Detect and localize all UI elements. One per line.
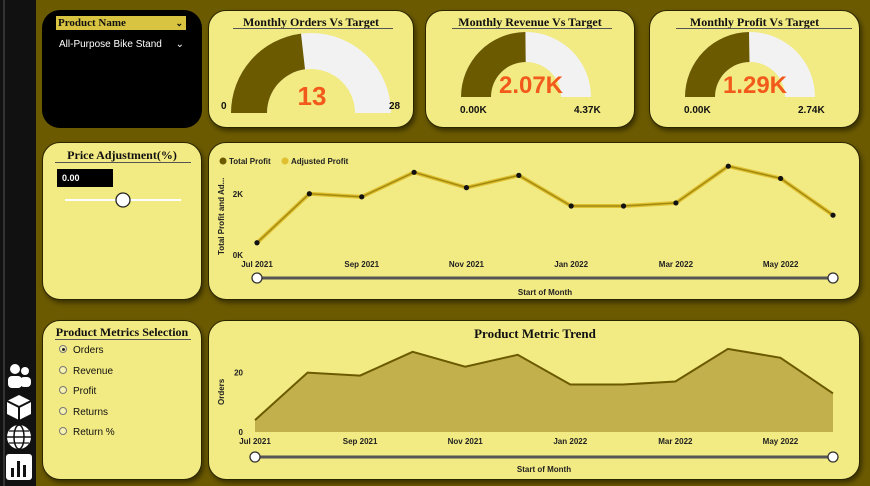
metrics-selection-card: Product Metrics Selection Orders Revenue P…	[42, 320, 202, 480]
metric-trend-chart: Product Metric Trend Orders 0 20 Jul 2021 Sep…	[217, 326, 839, 474]
x-tick-label: Nov 2021	[448, 437, 484, 446]
price-adjustment-card: Price Adjustment(%) 0.00	[42, 142, 202, 300]
profit-gauge	[685, 32, 815, 97]
metric-option-label: Profit	[73, 386, 97, 397]
x-axis-title: Start of Month	[518, 288, 572, 297]
series-line-total-profit	[256, 165, 834, 244]
x-tick-label: Sep 2021	[343, 437, 378, 446]
data-point[interactable]	[673, 200, 679, 206]
gauge-value: 13	[297, 81, 327, 111]
y-tick-label: 2K	[233, 190, 243, 199]
data-point[interactable]	[463, 185, 470, 191]
revenue-gauge-card: Monthly Revenue Vs Target 2.07K 0.00K 4.…	[425, 10, 635, 128]
radio-button[interactable]	[59, 386, 67, 395]
x-tick-label: Mar 2022	[659, 260, 694, 269]
range-slider-end-handle[interactable]	[827, 451, 839, 463]
data-point[interactable]	[306, 191, 312, 197]
chart-title: Product Metric Trend	[474, 326, 597, 341]
users-icon[interactable]	[4, 362, 34, 392]
gauge-max: 28	[389, 101, 401, 112]
title-rule	[55, 162, 191, 163]
gauge-min: 0	[221, 101, 227, 112]
metric-option-label: Revenue	[73, 365, 114, 377]
metric-option-return[interactable]: Return %	[59, 426, 115, 440]
gauge-min: 0.00K	[460, 105, 487, 116]
x-axis-title: Start of Month	[517, 465, 571, 474]
metric-option-orders[interactable]: Orders	[59, 344, 104, 358]
range-slider-start-handle[interactable]	[249, 451, 261, 463]
x-tick-label: May 2022	[763, 437, 799, 446]
gauge-max: 2.74K	[798, 105, 825, 116]
range-slider-start-handle[interactable]	[251, 272, 263, 284]
data-point[interactable]	[620, 203, 627, 209]
legend-label: Total Profit	[229, 157, 271, 166]
price-slider[interactable]	[63, 191, 183, 209]
metric-option-label: Return %	[73, 427, 115, 438]
data-point[interactable]	[516, 172, 522, 178]
gauge-value: 1.29K	[722, 72, 788, 99]
y-tick-label: 0	[239, 428, 244, 437]
data-point[interactable]	[830, 212, 836, 218]
metric-option-label: Orders	[73, 345, 104, 356]
legend-marker-total-profit	[219, 157, 227, 165]
profit-gauge-card: Monthly Profit Vs Target 1.29K 0.00K 2.7…	[649, 10, 860, 128]
globe-icon[interactable]	[4, 422, 34, 452]
chevron-down-icon[interactable]: ⌄	[176, 37, 184, 53]
radio-button[interactable]	[59, 365, 67, 374]
radio-button[interactable]	[59, 345, 67, 354]
x-tick-label: Jul 2021	[241, 260, 273, 269]
gauge-max: 4.37K	[574, 105, 601, 116]
bar-chart-icon[interactable]	[4, 452, 34, 482]
radio-button[interactable]	[59, 427, 67, 436]
y-axis-title: Orders	[217, 378, 226, 405]
data-point[interactable]	[254, 240, 260, 246]
product-dropdown[interactable]: All-Purpose Bike Stand ⌄	[56, 37, 188, 53]
x-tick-label: Jan 2022	[554, 260, 588, 269]
metrics-selection-title: Product Metrics Selection	[55, 325, 189, 339]
legend-marker-adjusted-profit	[281, 157, 289, 165]
data-point[interactable]	[725, 163, 731, 169]
x-tick-label: Jan 2022	[553, 437, 587, 446]
data-point[interactable]	[411, 169, 417, 175]
profit-line-chart: Total Profit Adjusted Profit Total Profit …	[217, 157, 839, 297]
gauge-min: 0.00K	[684, 105, 711, 116]
metric-option-label: Returns	[73, 406, 109, 418]
radio-button[interactable]	[59, 406, 67, 415]
slicer-header[interactable]: Product Name ⌄	[56, 16, 186, 30]
x-tick-label: Nov 2021	[449, 260, 485, 269]
price-adjustment-input[interactable]: 0.00	[57, 169, 113, 187]
box-icon[interactable]	[4, 392, 34, 422]
data-point[interactable]	[778, 175, 784, 182]
left-sidebar	[0, 0, 36, 486]
series-area-orders	[255, 348, 833, 432]
metric-trend-card: Product Metric Trend Orders 0 20 Jul 2021 Sep…	[208, 320, 860, 480]
metric-option-revenue[interactable]: Revenue	[59, 365, 113, 379]
chevron-down-icon[interactable]: ⌄	[175, 16, 183, 30]
y-tick-label: 20	[234, 369, 243, 378]
data-point[interactable]	[568, 203, 574, 209]
metric-option-returns[interactable]: Returns	[59, 406, 108, 420]
y-tick-label: 0K	[233, 251, 243, 260]
x-tick-label: Sep 2021	[344, 260, 379, 269]
x-tick-label: Mar 2022	[658, 437, 693, 446]
orders-gauge-card: Monthly Orders Vs Target 13 0 28	[208, 10, 414, 128]
metric-option-profit[interactable]: Profit	[59, 385, 96, 399]
series-line-adjusted-profit	[255, 164, 835, 245]
price-adjustment-title: Price Adjustment(%)	[67, 148, 177, 162]
revenue-gauge	[461, 32, 591, 97]
slider-handle[interactable]	[115, 192, 131, 208]
x-tick-label: Jul 2021	[239, 437, 271, 446]
profit-chart-card: Total Profit Adjusted Profit Total Profit …	[208, 142, 860, 300]
slicer-label: Product Name	[58, 17, 126, 29]
range-slider-end-handle[interactable]	[827, 272, 839, 284]
x-tick-label: May 2022	[763, 260, 799, 269]
product-selected-value: All-Purpose Bike Stand	[59, 39, 162, 50]
gauge-value: 2.07K	[498, 72, 564, 99]
data-point[interactable]	[359, 194, 365, 200]
y-axis-title: Total Profit and Ad...	[217, 178, 226, 255]
legend-label: Adjusted Profit	[291, 157, 349, 166]
title-rule	[55, 339, 191, 340]
product-slicer: Product Name ⌄ All-Purpose Bike Stand ⌄	[42, 10, 202, 128]
